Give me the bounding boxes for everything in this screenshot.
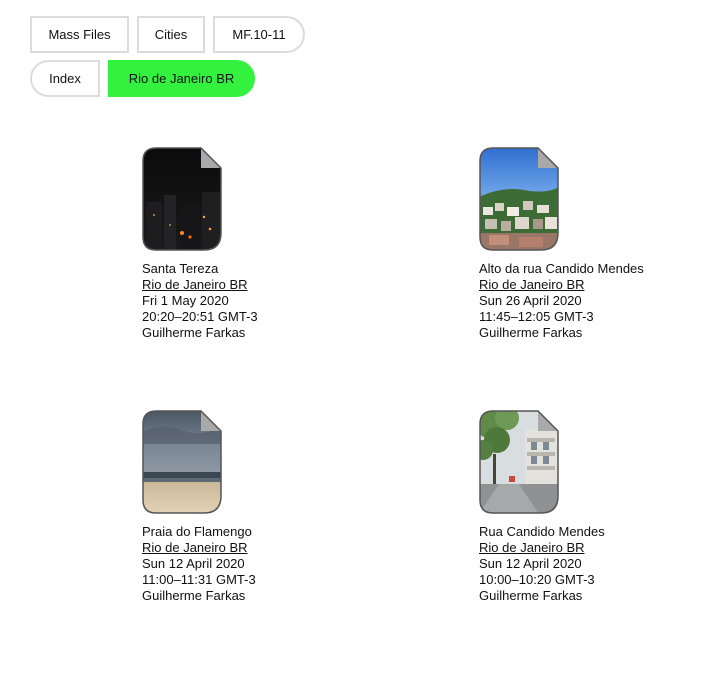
file-date: Sun 26 April 2020 bbox=[479, 293, 582, 308]
file-author: Guilherme Farkas bbox=[479, 588, 583, 603]
nav-button-cities[interactable]: Cities bbox=[137, 16, 205, 53]
file-title: Santa Tereza bbox=[142, 261, 219, 276]
file-title: Praia do Flamengo bbox=[142, 524, 252, 539]
city-link[interactable]: Rio de Janeiro BR bbox=[142, 277, 248, 292]
city-link[interactable]: Rio de Janeiro BR bbox=[479, 277, 585, 292]
beach-storm-thumbnail-icon[interactable] bbox=[142, 410, 222, 514]
file-card: Rua Candido Mendes Rio de Janeiro BR Sun… bbox=[479, 410, 679, 604]
file-card-details: Rua Candido Mendes Rio de Janeiro BR Sun… bbox=[479, 524, 679, 604]
file-date: Sun 12 April 2020 bbox=[142, 556, 245, 571]
file-time: 11:45–12:05 GMT-3 bbox=[479, 309, 594, 324]
file-time: 11:00–11:31 GMT-3 bbox=[142, 572, 256, 587]
file-author: Guilherme Farkas bbox=[479, 325, 583, 340]
file-time: 10:00–10:20 GMT-3 bbox=[479, 572, 595, 587]
hillside-favela-thumbnail-icon[interactable] bbox=[479, 147, 559, 251]
nav-button-mf-10-11[interactable]: MF.10-11 bbox=[213, 16, 305, 53]
street-trees-thumbnail-icon[interactable] bbox=[479, 410, 559, 514]
file-time: 20:20–20:51 GMT-3 bbox=[142, 309, 258, 324]
file-date: Sun 12 April 2020 bbox=[479, 556, 582, 571]
file-author: Guilherme Farkas bbox=[142, 588, 246, 603]
nav-button-rio-de-janeiro[interactable]: Rio de Janeiro BR bbox=[108, 60, 255, 97]
file-card: Praia do Flamengo Rio de Janeiro BR Sun … bbox=[142, 410, 342, 604]
file-card-details: Praia do Flamengo Rio de Janeiro BR Sun … bbox=[142, 524, 342, 604]
nav-button-index[interactable]: Index bbox=[30, 60, 100, 97]
file-card-details: Santa Tereza Rio de Janeiro BR Fri 1 May… bbox=[142, 261, 342, 341]
city-link[interactable]: Rio de Janeiro BR bbox=[479, 540, 585, 555]
nav-button-mass-files[interactable]: Mass Files bbox=[30, 16, 129, 53]
night-city-thumbnail-icon[interactable] bbox=[142, 147, 222, 251]
file-title: Rua Candido Mendes bbox=[479, 524, 605, 539]
city-link[interactable]: Rio de Janeiro BR bbox=[142, 540, 248, 555]
file-author: Guilherme Farkas bbox=[142, 325, 246, 340]
file-card: Santa Tereza Rio de Janeiro BR Fri 1 May… bbox=[142, 147, 342, 341]
file-card: Alto da rua Candido Mendes Rio de Janeir… bbox=[479, 147, 679, 341]
file-title: Alto da rua Candido Mendes bbox=[479, 261, 644, 276]
file-date: Fri 1 May 2020 bbox=[142, 293, 229, 308]
file-card-details: Alto da rua Candido Mendes Rio de Janeir… bbox=[479, 261, 679, 341]
